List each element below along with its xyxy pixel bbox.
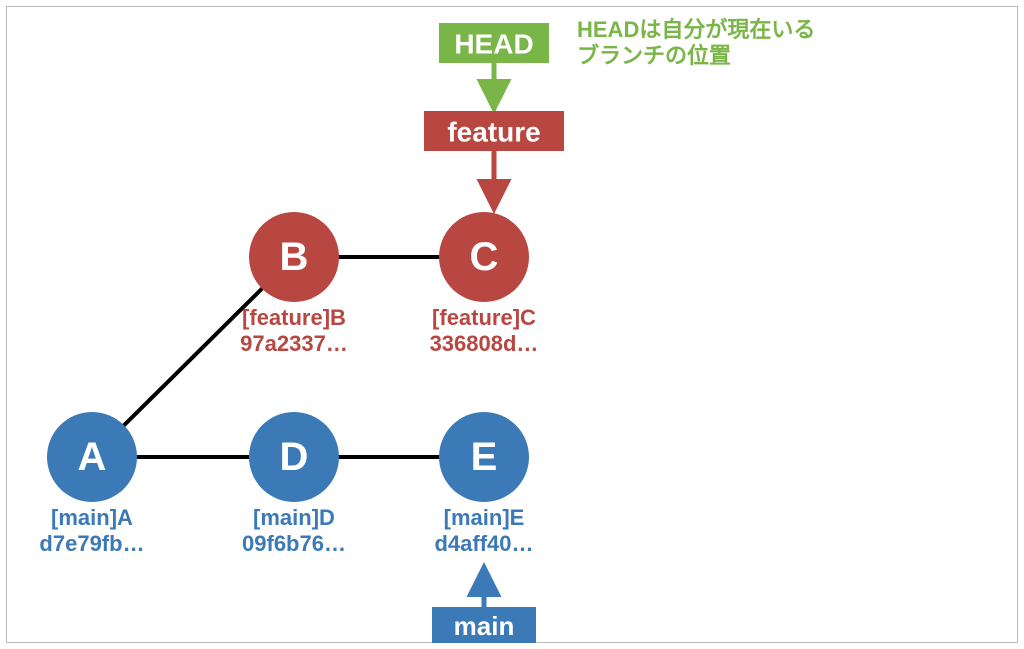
- commit-branch-label-B: [feature]B: [242, 305, 346, 330]
- commit-node-E: E [main]E d4aff40…: [434, 412, 533, 556]
- commit-node-D: D [main]D 09f6b76…: [242, 412, 346, 556]
- commit-hash-B: 97a2337…: [240, 331, 348, 356]
- head-tag-label: HEAD: [454, 29, 533, 60]
- commit-letter-B: B: [280, 235, 309, 279]
- commit-node-C: C [feature]C 336808d…: [430, 212, 539, 356]
- commit-letter-E: E: [471, 435, 498, 479]
- head-tag: HEAD: [439, 23, 549, 63]
- commit-letter-D: D: [280, 435, 309, 479]
- commit-node-B: B [feature]B 97a2337…: [240, 212, 348, 356]
- commit-hash-E: d4aff40…: [434, 531, 533, 556]
- commit-branch-label-A: [main]A: [51, 505, 133, 530]
- git-branch-diagram: A [main]A d7e79fb… D [main]D 09f6b76… E …: [7, 7, 1019, 644]
- commit-hash-D: 09f6b76…: [242, 531, 346, 556]
- main-tag: main: [432, 607, 536, 643]
- commit-hash-C: 336808d…: [430, 331, 539, 356]
- commit-branch-label-C: [feature]C: [432, 305, 536, 330]
- commit-hash-A: d7e79fb…: [39, 531, 144, 556]
- head-annotation-line1: HEADは自分が現在いる: [577, 17, 815, 42]
- main-tag-label: main: [454, 611, 515, 641]
- commit-letter-A: A: [78, 435, 107, 479]
- feature-tag-label: feature: [447, 117, 540, 148]
- commit-branch-label-D: [main]D: [253, 505, 335, 530]
- head-annotation-line2: ブランチの位置: [577, 43, 731, 68]
- feature-tag: feature: [424, 111, 564, 151]
- diagram-frame: A [main]A d7e79fb… D [main]D 09f6b76… E …: [6, 6, 1018, 643]
- commit-node-A: A [main]A d7e79fb…: [39, 412, 144, 556]
- commit-branch-label-E: [main]E: [444, 505, 525, 530]
- commit-letter-C: C: [470, 235, 499, 279]
